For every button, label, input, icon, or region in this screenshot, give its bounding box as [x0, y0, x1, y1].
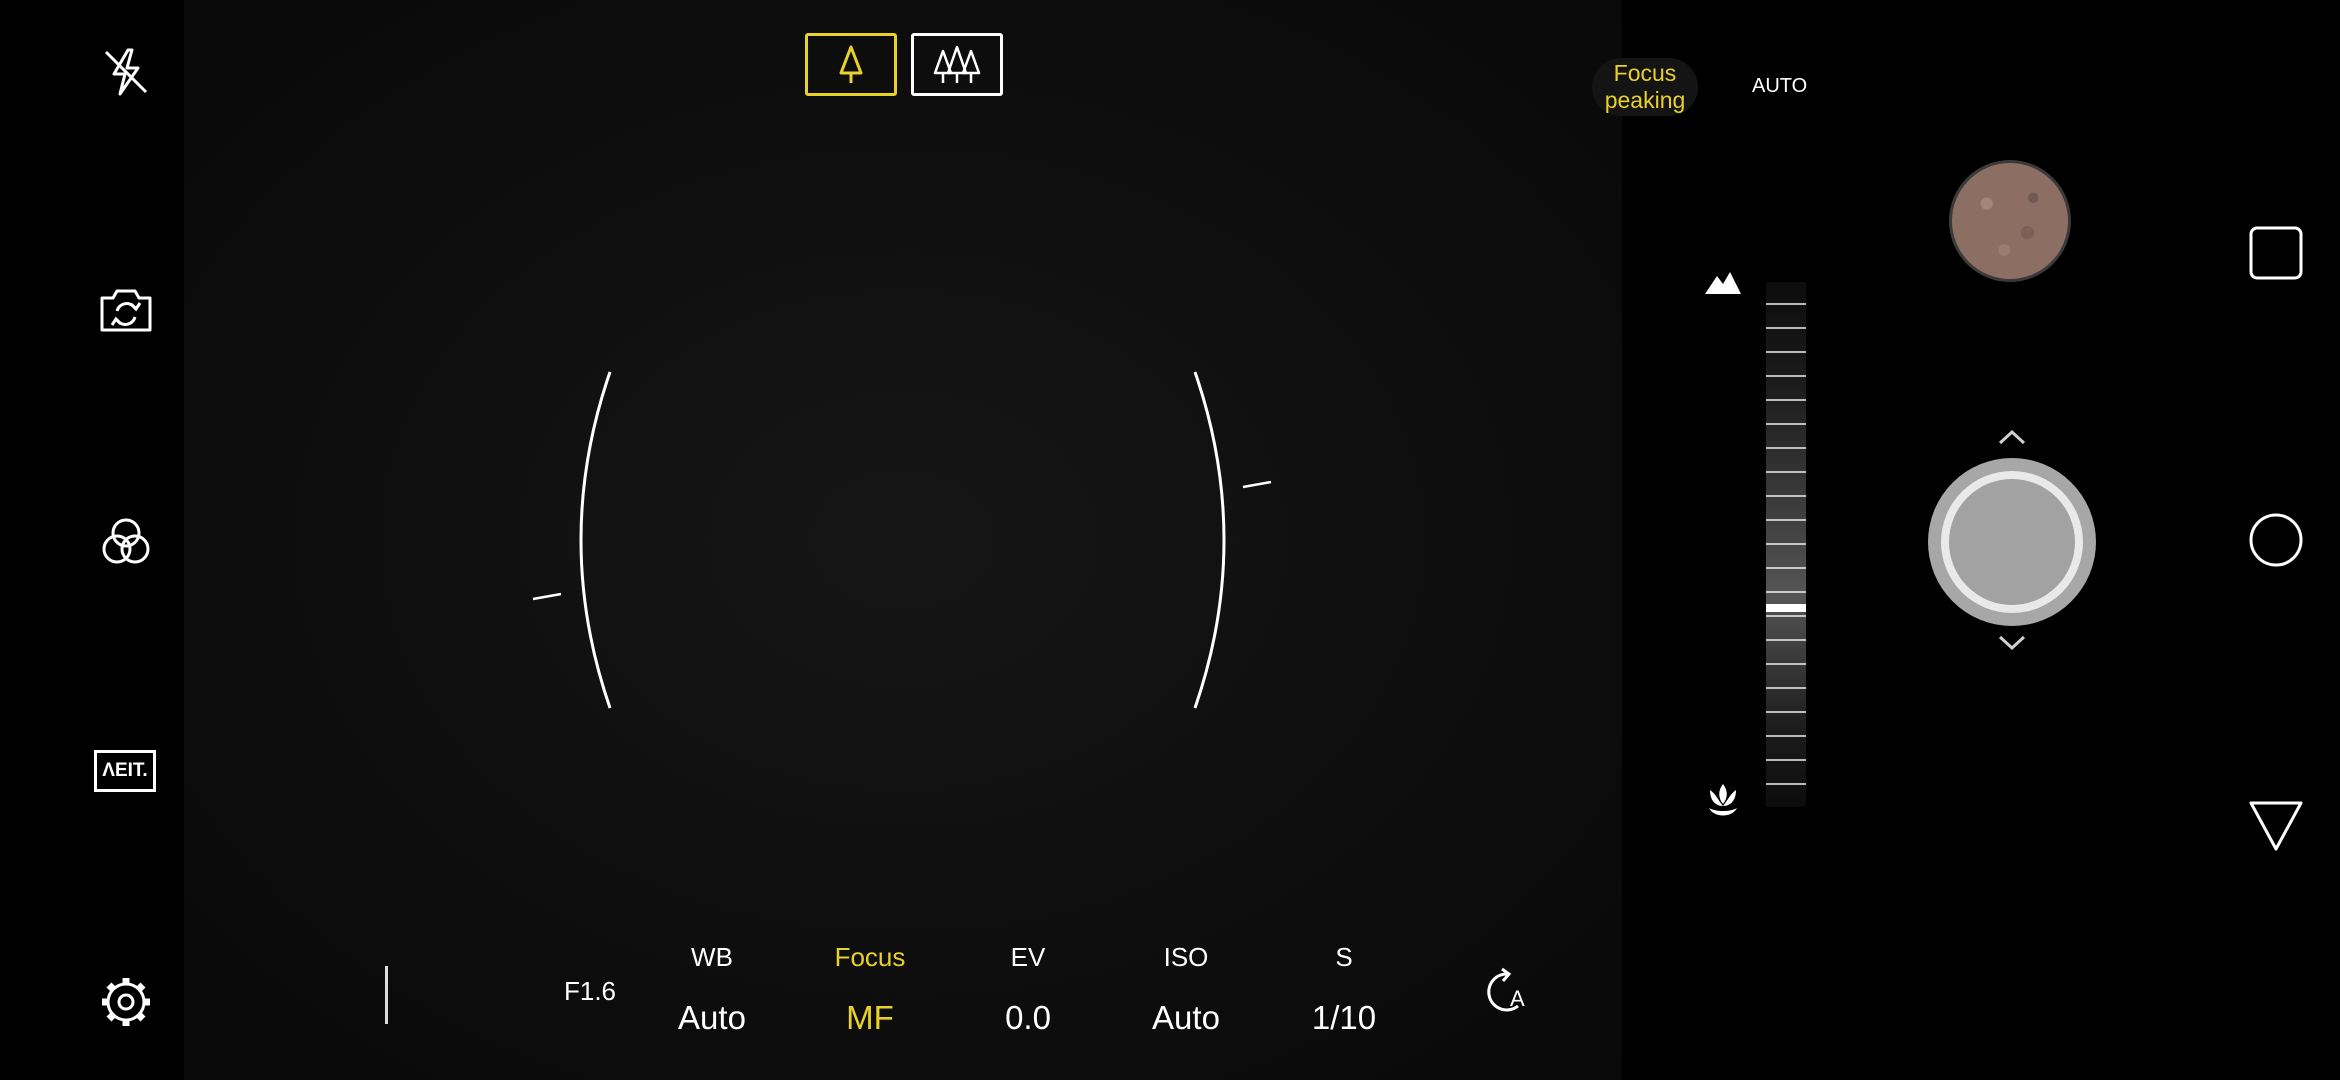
mountain-icon [1705, 272, 1741, 294]
aperture-value: F1.6 [563, 976, 617, 1006]
setting-ev-label: EV [1010, 942, 1046, 972]
level-tick-left [532, 592, 562, 601]
filter-circles-icon [102, 518, 150, 564]
settings-button[interactable] [96, 972, 156, 1032]
flash-off-icon [104, 48, 148, 96]
setting-ev[interactable]: EV 0.0 [958, 940, 1098, 1038]
square-icon[interactable] [2248, 225, 2304, 281]
watermark-badge[interactable]: ΛEIT. [94, 750, 156, 792]
focus-auto-button[interactable]: AUTO [1752, 74, 1807, 98]
setting-shutter[interactable]: S 1/10 [1274, 940, 1414, 1038]
setting-wb[interactable]: WB Auto [642, 940, 782, 1038]
focus-bracket-left [579, 371, 612, 709]
gallery-thumbnail[interactable] [1949, 160, 2071, 282]
rotate-auto-icon [1487, 967, 1519, 1012]
setting-shutter-value: 1/10 [1311, 999, 1377, 1036]
gear-icon [102, 978, 150, 1026]
focus-slider[interactable] [1766, 282, 1806, 807]
level-tick-right [1242, 480, 1272, 489]
lens-standard-button[interactable] [805, 33, 897, 96]
setting-wb-value: Auto [678, 999, 746, 1036]
trees-icon [933, 45, 981, 83]
reset-auto-button[interactable]: A [1478, 964, 1548, 1024]
setting-iso[interactable]: ISO Auto [1116, 940, 1256, 1038]
setting-wb-label: WB [691, 942, 733, 972]
setting-iso-value: Auto [1152, 999, 1220, 1036]
circle-icon[interactable] [2247, 511, 2305, 569]
reset-auto-label: A [1510, 986, 1525, 1011]
lens-wide-button[interactable] [911, 33, 1003, 96]
setting-focus[interactable]: Focus MF [800, 940, 940, 1038]
setting-focus-label: Focus [834, 942, 906, 972]
setting-shutter-label: S [1335, 942, 1353, 972]
setting-iso-label: ISO [1163, 942, 1209, 972]
focus-bracket-right [1193, 371, 1226, 709]
focus-slider-thumb[interactable] [1766, 603, 1806, 612]
setting-focus-value: MF [846, 999, 894, 1036]
focus-peaking-toggle[interactable]: Focus peaking [1592, 58, 1698, 116]
setting-ev-value: 0.0 [1005, 999, 1051, 1036]
exposure-marker [385, 966, 388, 1024]
single-tree-icon [839, 45, 863, 83]
chevron-down-icon[interactable] [1997, 634, 2027, 652]
macro-flower-icon [1709, 784, 1737, 816]
triangle-back-icon[interactable] [2248, 798, 2304, 854]
switch-camera-button[interactable] [96, 280, 156, 340]
camera-switch-icon [100, 289, 152, 332]
chevron-up-icon[interactable] [1997, 428, 2027, 446]
filters-button[interactable] [96, 512, 156, 572]
focus-slider-ticks [1766, 303, 1806, 785]
flash-toggle-button[interactable] [96, 42, 156, 102]
camera-app: ΛEIT. F1.6 WB Auto Focus MF EV 0.0 ISO A… [0, 0, 2340, 1080]
shutter-inner [1949, 479, 2075, 605]
